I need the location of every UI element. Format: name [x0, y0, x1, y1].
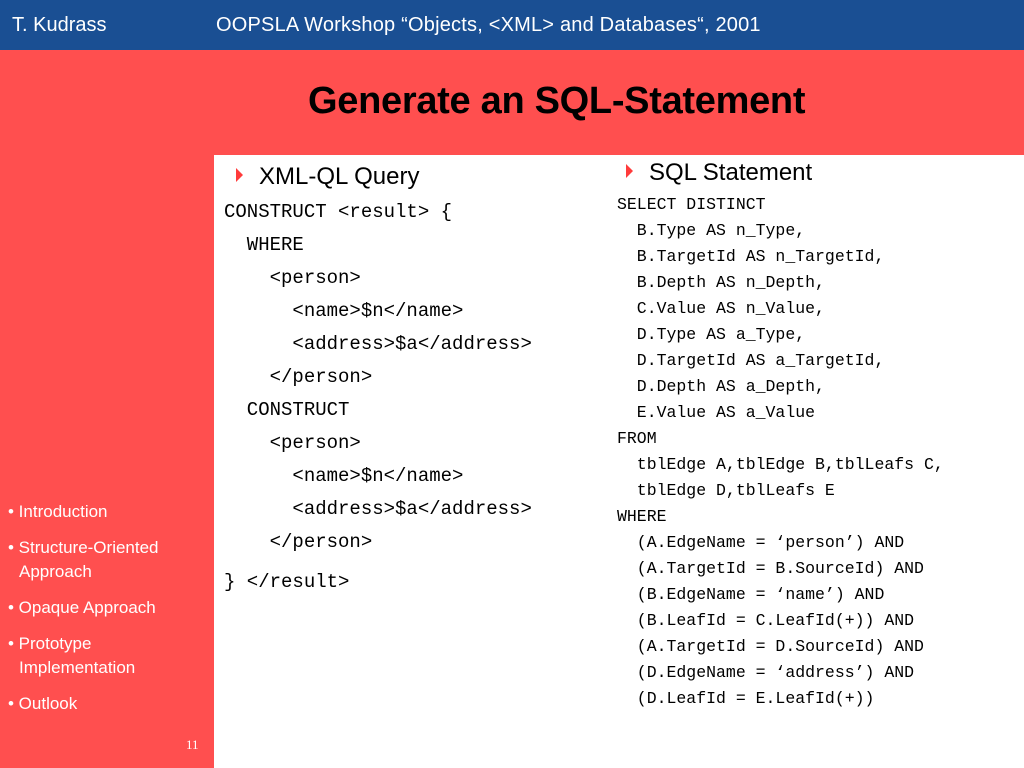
content-panel: XML-QL Query CONSTRUCT <result> { WHERE … — [214, 155, 1024, 768]
xmlql-heading-text: XML-QL Query — [259, 163, 420, 190]
workshop-title: OOPSLA Workshop “Objects, <XML> and Data… — [216, 14, 761, 36]
code-line: CONSTRUCT — [224, 399, 350, 421]
nav-item-label: • Outlook — [8, 694, 78, 713]
sql-code: SELECT DISTINCT B.Type AS n_Type, B.Targ… — [617, 195, 944, 708]
code-line: B.Type AS n_Type, — [617, 221, 806, 240]
code-line: <person> — [224, 432, 361, 454]
code-line: WHERE — [224, 234, 304, 256]
code-line: } </result> — [224, 571, 350, 593]
code-line: <address>$a</address> — [224, 333, 532, 355]
code-line: (D.EdgeName = ‘address’) AND — [617, 663, 915, 682]
sql-heading: SQL Statement — [626, 159, 812, 187]
code-line: (B.EdgeName = ‘name’) AND — [617, 585, 885, 604]
code-line: FROM — [617, 429, 657, 448]
code-line: <person> — [224, 267, 361, 289]
nav-item-label: • Opaque Approach — [8, 598, 156, 617]
code-line: (A.TargetId = D.SourceId) AND — [617, 637, 924, 656]
slide-title: Generate an SQL-Statement — [308, 80, 806, 122]
code-line: D.Depth AS a_Depth, — [617, 377, 825, 396]
code-line: D.Type AS a_Type, — [617, 325, 806, 344]
code-line: </person> — [224, 366, 373, 388]
code-line: <address>$a</address> — [224, 498, 532, 520]
code-line: B.Depth AS n_Depth, — [617, 273, 825, 292]
triangle-bullet-icon — [236, 167, 243, 182]
nav-item-label-cont: Implementation — [19, 658, 136, 677]
nav-item-structure-oriented[interactable]: • Structure-Oriented Approach — [8, 536, 159, 584]
code-line: B.TargetId AS n_TargetId, — [617, 247, 885, 266]
nav-item-prototype[interactable]: • Prototype Implementation — [8, 632, 135, 680]
triangle-bullet-icon — [626, 163, 633, 178]
nav-item-introduction[interactable]: • Introduction — [8, 500, 108, 524]
sql-heading-text: SQL Statement — [649, 159, 813, 186]
nav-item-outlook[interactable]: • Outlook — [8, 692, 77, 716]
nav-item-opaque[interactable]: • Opaque Approach — [8, 596, 156, 620]
page-number: 11 — [186, 737, 199, 752]
code-line: D.TargetId AS a_TargetId, — [617, 351, 885, 370]
code-line: tblEdge D,tblLeafs E — [617, 481, 835, 500]
code-line: (A.EdgeName = ‘person’) AND — [617, 533, 905, 552]
code-line: C.Value AS n_Value, — [617, 299, 825, 318]
nav-item-label: • Prototype — [8, 634, 92, 653]
nav-item-label: • Structure-Oriented — [8, 538, 159, 557]
code-line: tblEdge A,tblEdge B,tblLeafs C, — [617, 455, 944, 474]
nav-item-label: • Introduction — [8, 502, 108, 521]
xmlql-code: CONSTRUCT <result> { WHERE <person> <nam… — [224, 201, 532, 593]
code-line: E.Value AS a_Value — [617, 403, 816, 422]
code-line: (D.LeafId = E.LeafId(+)) — [617, 689, 875, 708]
nav-item-label-cont: Approach — [19, 562, 92, 581]
code-line: <name>$n</name> — [224, 300, 464, 322]
code-line: </person> — [224, 531, 373, 553]
xmlql-heading: XML-QL Query — [236, 163, 420, 191]
code-line: WHERE — [617, 507, 667, 526]
header-bar: T. Kudrass OOPSLA Workshop “Objects, <XM… — [0, 0, 1024, 50]
code-line: (A.TargetId = B.SourceId) AND — [617, 559, 924, 578]
code-line: CONSTRUCT <result> { — [224, 201, 453, 223]
code-line: (B.LeafId = C.LeafId(+)) AND — [617, 611, 915, 630]
code-line: <name>$n</name> — [224, 465, 464, 487]
author-name: T. Kudrass — [12, 14, 107, 36]
code-line: SELECT DISTINCT — [617, 195, 766, 214]
